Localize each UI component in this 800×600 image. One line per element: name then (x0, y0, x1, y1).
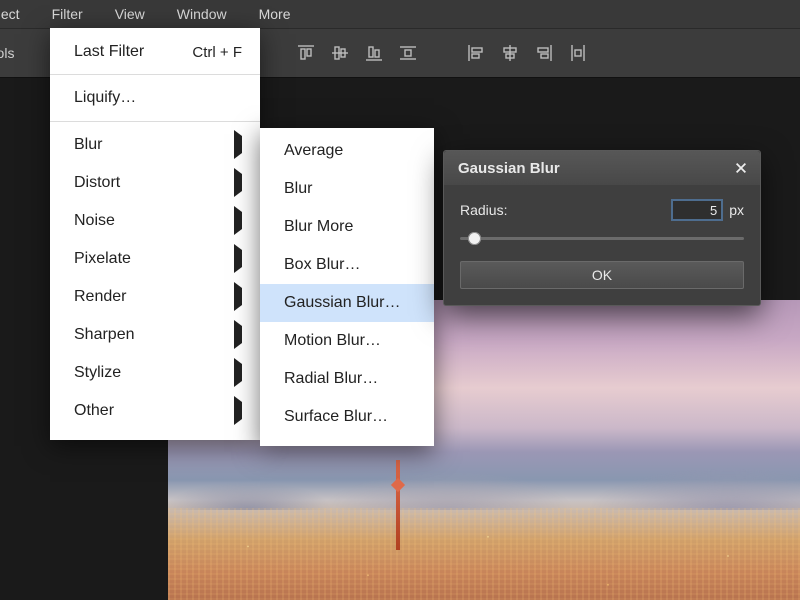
ok-button[interactable]: OK (460, 261, 744, 289)
menu-item-last-filter[interactable]: Last Filter Ctrl + F (50, 34, 260, 70)
menu-item-label: Blur More (284, 218, 353, 236)
menu-item-label: Last Filter (74, 43, 144, 61)
menu-item-shortcut: Ctrl + F (192, 44, 242, 61)
dialog-title: Gaussian Blur (458, 160, 560, 177)
submenu-arrow-icon (234, 212, 242, 230)
image-tower (396, 460, 400, 550)
menu-item-label: Blur (74, 136, 102, 154)
image-mountains (168, 460, 800, 510)
align-hcenter-icon[interactable] (500, 43, 520, 63)
submenu-item-average[interactable]: Average (260, 132, 434, 170)
menu-item-distort[interactable]: Distort (50, 164, 260, 202)
submenu-arrow-icon (234, 364, 242, 382)
menu-item-blur[interactable]: Blur (50, 126, 260, 164)
menu-select[interactable]: elect (0, 0, 36, 28)
radius-slider[interactable] (460, 231, 744, 245)
gaussian-blur-dialog: Gaussian Blur Radius: px OK (443, 150, 761, 306)
align-vcenter-icon[interactable] (330, 43, 350, 63)
menubar: elect Filter View Window More (0, 0, 800, 28)
align-top-icon[interactable] (296, 43, 316, 63)
menu-item-label: Surface Blur… (284, 408, 388, 426)
menu-item-label: Render (74, 288, 126, 306)
menu-item-label: Box Blur… (284, 256, 360, 274)
slider-track (460, 237, 744, 240)
filter-dropdown: Last Filter Ctrl + F Liquify… Blur Disto… (50, 28, 260, 440)
distribute-v-icon[interactable] (398, 43, 418, 63)
menu-item-label: Noise (74, 212, 115, 230)
menu-item-stylize[interactable]: Stylize (50, 354, 260, 392)
submenu-item-surface-blur[interactable]: Surface Blur… (260, 398, 434, 436)
submenu-arrow-icon (234, 174, 242, 192)
slider-thumb[interactable] (468, 232, 481, 245)
menu-item-liquify[interactable]: Liquify… (50, 79, 260, 117)
menu-item-label: Blur (284, 180, 312, 198)
radius-input[interactable] (671, 199, 723, 221)
dialog-titlebar[interactable]: Gaussian Blur (444, 151, 760, 185)
menu-more[interactable]: More (243, 0, 307, 28)
menu-item-label: Distort (74, 174, 120, 192)
submenu-arrow-icon (234, 326, 242, 344)
options-label: trols (0, 45, 14, 61)
menu-item-label: Average (284, 142, 343, 160)
submenu-arrow-icon (234, 136, 242, 154)
menu-item-noise[interactable]: Noise (50, 202, 260, 240)
submenu-arrow-icon (234, 250, 242, 268)
submenu-item-gaussian-blur[interactable]: Gaussian Blur… (260, 284, 434, 322)
align-right-icon[interactable] (534, 43, 554, 63)
align-bottom-icon[interactable] (364, 43, 384, 63)
dialog-body: Radius: px OK (444, 185, 760, 305)
submenu-item-motion-blur[interactable]: Motion Blur… (260, 322, 434, 360)
menu-item-sharpen[interactable]: Sharpen (50, 316, 260, 354)
menu-item-label: Sharpen (74, 326, 135, 344)
menu-item-other[interactable]: Other (50, 392, 260, 430)
submenu-item-blur[interactable]: Blur (260, 170, 434, 208)
blur-submenu: Average Blur Blur More Box Blur… Gaussia… (260, 128, 434, 446)
submenu-arrow-icon (234, 288, 242, 306)
radius-row: Radius: px (460, 199, 744, 221)
menu-filter[interactable]: Filter (36, 0, 99, 28)
menu-item-label: Motion Blur… (284, 332, 381, 350)
submenu-item-radial-blur[interactable]: Radial Blur… (260, 360, 434, 398)
menu-separator (50, 121, 260, 122)
submenu-item-box-blur[interactable]: Box Blur… (260, 246, 434, 284)
menu-separator (50, 74, 260, 75)
radius-unit: px (729, 202, 744, 218)
menu-item-pixelate[interactable]: Pixelate (50, 240, 260, 278)
ok-button-label: OK (592, 267, 612, 283)
menu-window[interactable]: Window (161, 0, 243, 28)
menu-item-label: Pixelate (74, 250, 131, 268)
menu-item-label: Gaussian Blur… (284, 294, 401, 312)
align-tool-group (296, 43, 588, 63)
align-left-icon[interactable] (466, 43, 486, 63)
menu-item-label: Radial Blur… (284, 370, 378, 388)
submenu-item-blur-more[interactable]: Blur More (260, 208, 434, 246)
menu-item-render[interactable]: Render (50, 278, 260, 316)
image-city-lights (168, 508, 800, 600)
distribute-h-icon[interactable] (568, 43, 588, 63)
menu-item-label: Stylize (74, 364, 121, 382)
radius-label: Radius: (460, 202, 507, 218)
menu-view[interactable]: View (99, 0, 161, 28)
close-icon[interactable] (730, 157, 752, 179)
menu-item-label: Other (74, 402, 114, 420)
submenu-arrow-icon (234, 402, 242, 420)
menu-item-label: Liquify… (74, 89, 136, 107)
